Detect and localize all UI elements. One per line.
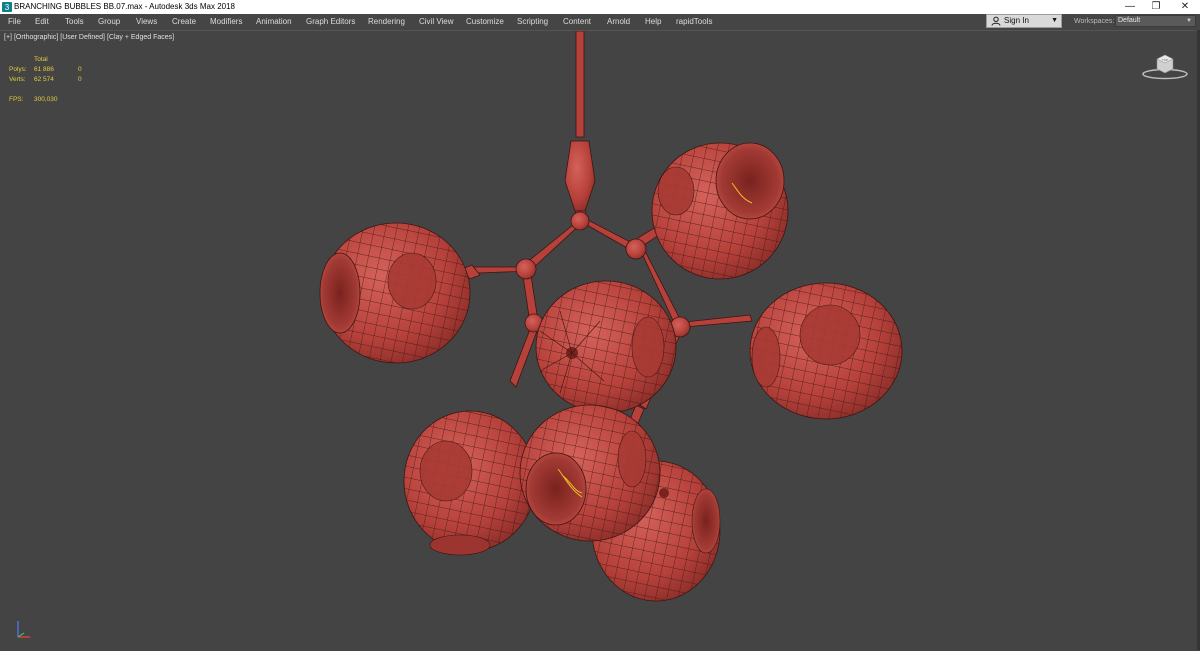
menu-arnold[interactable]: Arnold	[607, 14, 630, 29]
viewport-labels: [+] [Orthographic] [User Defined] [Clay …	[4, 34, 174, 41]
sign-in-dropdown[interactable]: Sign In ▼	[986, 14, 1062, 28]
stats-value: 62 574	[34, 76, 54, 83]
menu-views[interactable]: Views	[136, 14, 157, 29]
viewcube-label: TOP	[1162, 58, 1168, 62]
chandelier-model[interactable]	[0, 31, 1200, 651]
workspaces-label: Workspaces:	[1074, 18, 1115, 25]
workspace-value: Default	[1118, 17, 1141, 24]
fps-label: FPS:	[9, 96, 24, 103]
workspace-select[interactable]: Default ▼	[1115, 15, 1196, 27]
viewcube-icon[interactable]: TOP	[1140, 51, 1190, 81]
viewport-stereo[interactable]: [User Defined]	[60, 34, 105, 41]
menu-civil-view[interactable]: Civil View	[419, 14, 454, 29]
viewport-menu-plus[interactable]: [+]	[4, 34, 12, 41]
viewport-point-of-view[interactable]: [Orthographic]	[14, 34, 58, 41]
bubble-front-center[interactable]	[519, 404, 661, 542]
svg-text:3: 3	[5, 3, 10, 12]
bubble-left[interactable]	[319, 222, 471, 364]
menu-file[interactable]: File	[8, 14, 21, 29]
title-bar: 3 BRANCHING BUBBLES BB.07.max - Autodesk…	[0, 0, 1200, 14]
stats-label: Polys:	[9, 66, 27, 73]
3ds-max-icon: 3	[2, 2, 12, 12]
hanging-rod	[564, 31, 596, 212]
menu-help[interactable]: Help	[645, 14, 661, 29]
bubble-top-right[interactable]	[651, 142, 789, 280]
menu-group[interactable]: Group	[98, 14, 120, 29]
menu-animation[interactable]: Animation	[256, 14, 292, 29]
menu-modifiers[interactable]: Modifiers	[210, 14, 242, 29]
maximize-button[interactable]: ❐	[1141, 0, 1171, 14]
stats-label: Verts:	[9, 76, 26, 83]
menu-customize[interactable]: Customize	[466, 14, 504, 29]
bubble-center[interactable]	[535, 280, 677, 414]
chevron-down-icon: ▼	[1186, 18, 1192, 24]
menu-edit[interactable]: Edit	[35, 14, 49, 29]
axis-gizmo-icon	[17, 621, 30, 638]
stats-selected: 0	[78, 76, 82, 83]
fps-value: 300,030	[34, 96, 58, 103]
menu-rendering[interactable]: Rendering	[368, 14, 405, 29]
stats-header: Total	[34, 56, 48, 63]
viewport[interactable]: [+] [Orthographic] [User Defined] [Clay …	[0, 30, 1200, 650]
sign-in-label: Sign In	[1004, 16, 1029, 25]
viewport-shading[interactable]: [Clay + Edged Faces]	[107, 34, 174, 41]
bubble-bottom-left[interactable]	[403, 410, 537, 556]
menu-graph-editors[interactable]: Graph Editors	[306, 14, 355, 29]
menu-scripting[interactable]: Scripting	[517, 14, 548, 29]
window-title: BRANCHING BUBBLES BB.07.max - Autodesk 3…	[14, 2, 235, 11]
stats-value: 61 886	[34, 66, 54, 73]
menu-tools[interactable]: Tools	[65, 14, 84, 29]
user-icon	[991, 16, 1001, 26]
stats-selected: 0	[78, 66, 82, 73]
bubble-right[interactable]	[749, 282, 903, 420]
menu-create[interactable]: Create	[172, 14, 196, 29]
chevron-down-icon: ▼	[1051, 17, 1058, 24]
close-button[interactable]: ✕	[1170, 0, 1200, 14]
menu-content[interactable]: Content	[563, 14, 591, 29]
menu-rapidtools[interactable]: rapidTools	[676, 14, 712, 29]
